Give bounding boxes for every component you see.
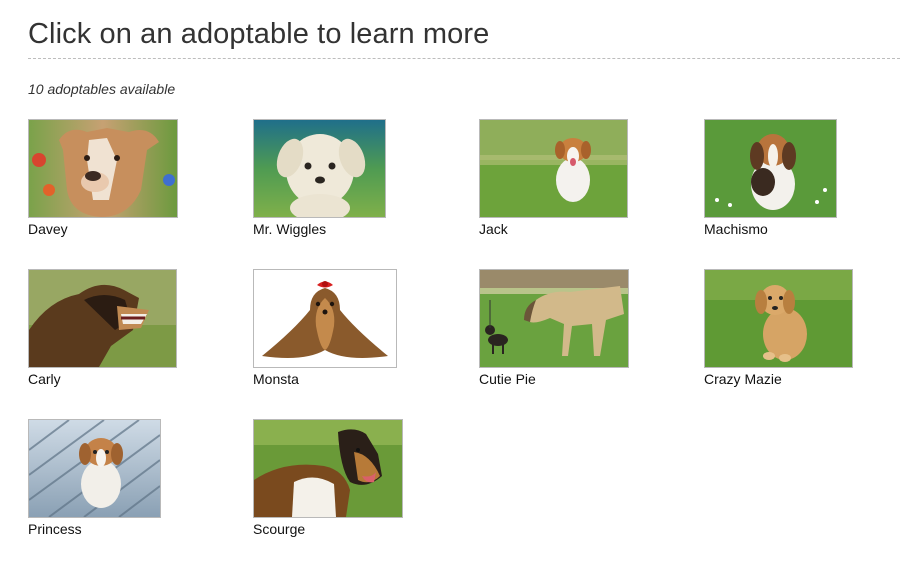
adoptable-photo[interactable] xyxy=(28,419,161,518)
adoptable-name[interactable]: Monsta xyxy=(253,371,397,387)
title-divider xyxy=(28,58,900,59)
adoptable-name[interactable]: Crazy Mazie xyxy=(704,371,853,387)
adoptable-photo[interactable] xyxy=(253,419,403,518)
adoptable-name[interactable]: Princess xyxy=(28,521,161,537)
adoptable-card-machismo[interactable]: Machismo xyxy=(704,119,837,237)
adoptable-name[interactable]: Carly xyxy=(28,371,177,387)
adoptable-photo[interactable] xyxy=(28,119,178,218)
adoptable-photo[interactable] xyxy=(704,119,837,218)
adoptable-card-scourge[interactable]: Scourge xyxy=(253,419,403,537)
adoptable-name[interactable]: Cutie Pie xyxy=(479,371,629,387)
adoptable-card-mr-wiggles[interactable]: Mr. Wiggles xyxy=(253,119,386,237)
adoptable-photo[interactable] xyxy=(479,119,628,218)
adoptable-photo[interactable] xyxy=(28,269,177,368)
adoptable-photo[interactable] xyxy=(253,119,386,218)
adoptable-count: 10 adoptables available xyxy=(28,81,176,97)
adoptable-card-monsta[interactable]: Monsta xyxy=(253,269,397,387)
adoptable-photo[interactable] xyxy=(253,269,397,368)
adoptable-name[interactable]: Machismo xyxy=(704,221,837,237)
adoptable-card-princess[interactable]: Princess xyxy=(28,419,161,537)
adoptable-card-carly[interactable]: Carly xyxy=(28,269,177,387)
page-title: Click on an adoptable to learn more xyxy=(28,18,490,50)
adoptable-card-crazy-mazie[interactable]: Crazy Mazie xyxy=(704,269,853,387)
adoptable-name[interactable]: Scourge xyxy=(253,521,403,537)
adoptable-card-cutie-pie[interactable]: Cutie Pie xyxy=(479,269,629,387)
adoptable-name[interactable]: Davey xyxy=(28,221,178,237)
adoptable-card-jack[interactable]: Jack xyxy=(479,119,628,237)
adoptable-name[interactable]: Jack xyxy=(479,221,628,237)
adoptable-card-davey[interactable]: Davey xyxy=(28,119,178,237)
adoptable-photo[interactable] xyxy=(479,269,629,368)
adoptable-photo[interactable] xyxy=(704,269,853,368)
adoptable-name[interactable]: Mr. Wiggles xyxy=(253,221,386,237)
